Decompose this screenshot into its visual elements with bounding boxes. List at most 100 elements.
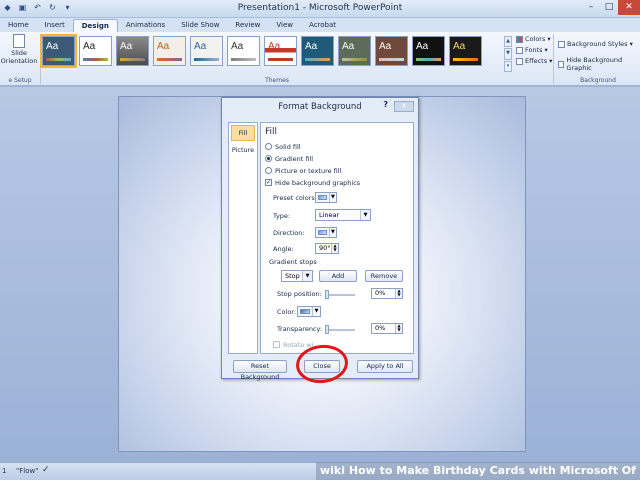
watermark-text: How to Make Birthday Cards with Microsof… bbox=[348, 464, 636, 477]
color-label: Color: bbox=[277, 308, 297, 316]
help-icon[interactable]: ? bbox=[383, 100, 388, 109]
transparency-input[interactable]: 0% ▲ ▼ bbox=[371, 323, 403, 334]
slider-thumb[interactable] bbox=[325, 325, 329, 334]
gradient-fill-radio[interactable] bbox=[265, 155, 272, 162]
direction-swatch-icon bbox=[318, 230, 327, 235]
transparency-slider[interactable] bbox=[325, 325, 355, 334]
paint-bucket-icon bbox=[300, 309, 310, 314]
chevron-down-icon: ▼ bbox=[302, 271, 312, 281]
fonts-button[interactable]: Fonts ▾ bbox=[516, 46, 552, 54]
theme-thumbnail[interactable]: Aa bbox=[412, 36, 445, 66]
dialog-nav: Fill Picture bbox=[228, 122, 258, 354]
theme-thumbnail[interactable]: Aa bbox=[116, 36, 149, 66]
preset-colors-dropdown[interactable]: ▼ bbox=[315, 192, 337, 203]
direction-dropdown[interactable]: ▼ bbox=[315, 227, 337, 238]
spinner-icon[interactable]: ▲ ▼ bbox=[395, 324, 402, 333]
apply-to-all-button[interactable]: Apply to All bbox=[357, 360, 413, 373]
fill-heading: Fill bbox=[265, 127, 278, 137]
maximize-button[interactable]: □ bbox=[600, 0, 618, 15]
window-controls: – □ ✕ bbox=[582, 0, 640, 15]
theme-thumbnail[interactable]: Aa bbox=[264, 36, 297, 66]
hide-bg-label: Hide background graphics bbox=[275, 179, 361, 187]
theme-thumbnail[interactable]: Aa bbox=[79, 36, 112, 66]
hide-background-graphics-checkbox[interactable]: Hide Background Graphic bbox=[558, 56, 640, 72]
close-window-button[interactable]: ✕ bbox=[618, 0, 640, 15]
theme-thumbnail[interactable]: Aa bbox=[449, 36, 482, 66]
more-themes-icon[interactable]: ▾ bbox=[504, 60, 512, 72]
tab-slide-show[interactable]: Slide Show bbox=[173, 19, 227, 32]
themes-gallery: Aa Aa Aa Aa Aa Aa Aa Aa Aa Aa Aa Aa bbox=[40, 34, 482, 68]
chevron-down-icon: ▼ bbox=[312, 307, 320, 316]
gradient-fill-label: Gradient fill bbox=[275, 155, 314, 163]
type-select[interactable]: Linear ▼ bbox=[315, 209, 371, 221]
tab-view[interactable]: View bbox=[268, 19, 301, 32]
background-styles-button[interactable]: Background Styles ▾ bbox=[558, 40, 640, 48]
stop-position-input[interactable]: 0% ▲ ▼ bbox=[371, 288, 403, 299]
tab-acrobat[interactable]: Acrobat bbox=[301, 19, 344, 32]
nav-item-fill[interactable]: Fill bbox=[231, 125, 255, 141]
direction-label: Direction: bbox=[273, 229, 305, 237]
solid-fill-radio[interactable] bbox=[265, 143, 272, 150]
theme-thumbnail[interactable]: Aa bbox=[338, 36, 371, 66]
slide-orientation-label: Slide Orientation bbox=[0, 49, 38, 65]
dialog-title: Format Background bbox=[278, 102, 362, 112]
theme-name: "Flow" bbox=[16, 467, 39, 475]
rotate-checkbox[interactable] bbox=[273, 341, 280, 348]
transparency-label: Transparency: bbox=[277, 325, 323, 333]
watermark-logo: wiki bbox=[320, 464, 346, 477]
theme-thumbnail[interactable]: Aa bbox=[153, 36, 186, 66]
fonts-icon bbox=[516, 46, 523, 54]
nav-item-picture[interactable]: Picture bbox=[229, 143, 257, 157]
colors-button[interactable]: Colors ▾ bbox=[516, 35, 552, 43]
background-styles-icon bbox=[558, 40, 565, 48]
theme-thumbnail[interactable]: Aa bbox=[190, 36, 223, 66]
colors-icon bbox=[516, 35, 523, 43]
stop-position-slider[interactable] bbox=[325, 290, 355, 299]
tab-review[interactable]: Review bbox=[227, 19, 268, 32]
angle-input[interactable]: 90° ▲ ▼ bbox=[315, 243, 339, 254]
theme-thumbnail[interactable]: Aa bbox=[375, 36, 408, 66]
hide-bg-checkbox[interactable]: ✓ bbox=[265, 179, 272, 186]
themes-scroll: ▲ ▼ ▾ bbox=[504, 36, 512, 72]
theme-thumbnail[interactable]: Aa bbox=[40, 34, 77, 68]
ribbon-separator bbox=[553, 34, 554, 84]
add-stop-button[interactable]: Add bbox=[319, 270, 357, 282]
picture-fill-radio[interactable] bbox=[265, 167, 272, 174]
tab-design[interactable]: Design bbox=[72, 19, 118, 32]
theme-thumbnail[interactable]: Aa bbox=[227, 36, 260, 66]
tab-insert[interactable]: Insert bbox=[37, 19, 73, 32]
reset-background-button[interactable]: Reset Background bbox=[233, 360, 287, 381]
minimize-button[interactable]: – bbox=[582, 0, 600, 15]
angle-label: Angle: bbox=[273, 245, 294, 253]
tab-animations[interactable]: Animations bbox=[118, 19, 173, 32]
gradient-swatch-icon bbox=[318, 195, 327, 200]
ribbon-separator bbox=[40, 34, 41, 84]
ribbon-tabs: Home Insert Design Animations Slide Show… bbox=[0, 18, 640, 32]
ribbon: Slide Orientation e Setup Aa Aa Aa Aa Aa… bbox=[0, 32, 640, 86]
slide-orientation-icon bbox=[13, 34, 25, 48]
stop-select[interactable]: Stop 1 ▼ bbox=[281, 270, 313, 282]
window-title: Presentation1 - Microsoft PowerPoint bbox=[237, 3, 403, 13]
spinner-icon[interactable]: ▲ ▼ bbox=[331, 244, 338, 253]
dialog-close-icon[interactable]: X bbox=[394, 101, 414, 112]
fill-panel: Fill Solid fill Gradient fill Picture or… bbox=[260, 122, 414, 354]
format-background-dialog: Format Background ? X Fill Picture Fill … bbox=[221, 97, 419, 381]
background-options: Background Styles ▾ Hide Background Grap… bbox=[558, 40, 640, 72]
effects-icon bbox=[516, 57, 523, 65]
remove-stop-button[interactable]: Remove bbox=[365, 270, 403, 282]
slide-orientation-button[interactable]: Slide Orientation bbox=[0, 34, 38, 65]
scroll-down-icon[interactable]: ▼ bbox=[504, 48, 512, 60]
tab-home[interactable]: Home bbox=[0, 19, 37, 32]
slider-thumb[interactable] bbox=[325, 290, 329, 299]
title-bar: ◆ ▣ ↶ ↻ ▾ Presentation1 - Microsoft Powe… bbox=[0, 0, 640, 18]
color-dropdown[interactable]: ▼ bbox=[297, 306, 321, 317]
effects-button[interactable]: Effects ▾ bbox=[516, 57, 552, 65]
theme-thumbnail[interactable]: Aa bbox=[301, 36, 334, 66]
spinner-icon[interactable]: ▲ ▼ bbox=[395, 289, 402, 298]
spellcheck-icon[interactable]: ✓ bbox=[42, 465, 50, 475]
page-setup-group-label: e Setup bbox=[8, 77, 32, 84]
scroll-up-icon[interactable]: ▲ bbox=[504, 36, 512, 48]
background-group-label: Background bbox=[580, 77, 616, 84]
themes-group-label: Themes bbox=[265, 77, 289, 84]
stop-position-label: Stop position: bbox=[277, 290, 322, 298]
